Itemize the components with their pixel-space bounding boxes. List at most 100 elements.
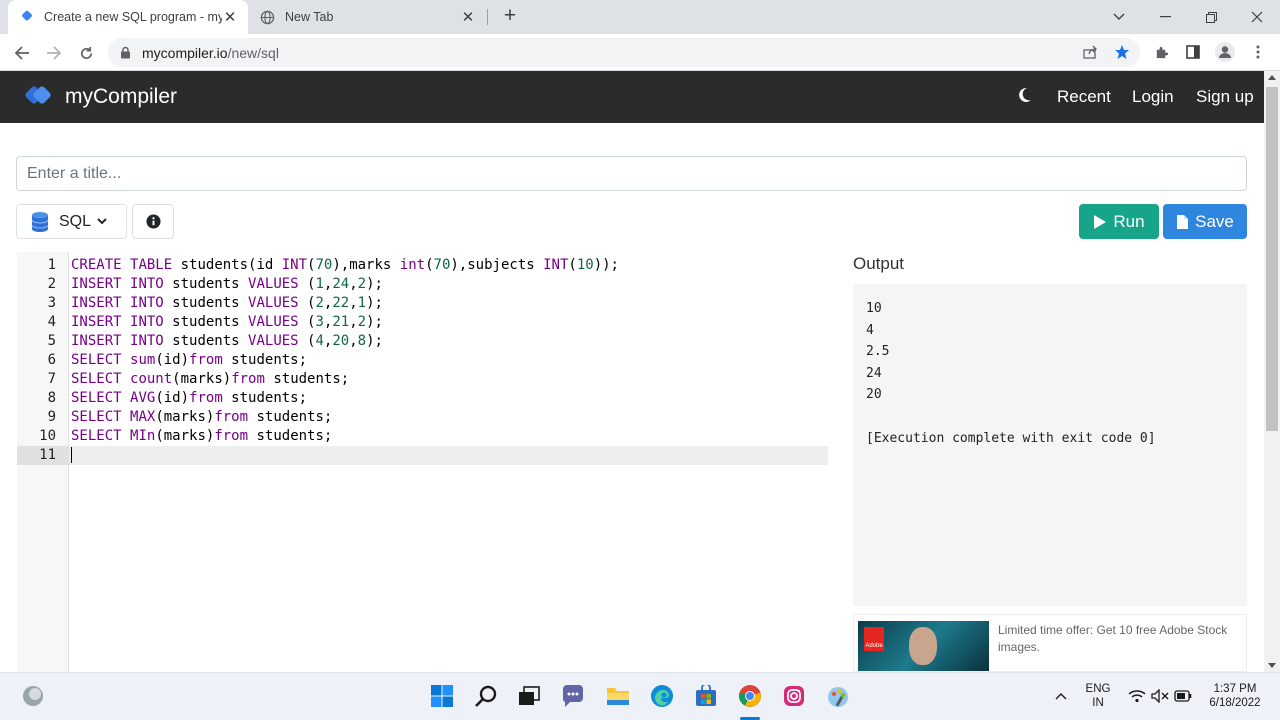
back-arrow-icon[interactable] [9, 40, 35, 66]
save-label: Save [1195, 211, 1234, 231]
search-icon[interactable] [473, 683, 499, 709]
output-line: 10 [866, 301, 882, 316]
instagram-icon[interactable] [781, 683, 807, 709]
code-line[interactable]: 1 CREATE TABLE students(id INT(70),marks … [17, 256, 828, 275]
lock-icon[interactable] [120, 46, 131, 59]
windows-start-icon[interactable] [429, 683, 455, 709]
teams-chat-icon[interactable] [560, 683, 586, 709]
reload-icon[interactable] [73, 40, 99, 66]
file-explorer-icon[interactable] [605, 683, 631, 709]
close-tab-icon[interactable]: ✕ [222, 8, 238, 26]
brand-logo-link[interactable]: myCompiler [24, 83, 177, 111]
code-text[interactable]: INSERT INTO students VALUES (3,21,2); [71, 313, 383, 332]
browser-menu-icon[interactable] [1246, 39, 1270, 65]
ad-banner[interactable]: Adobe Limited time offer: Get 10 free Ad… [853, 614, 1247, 672]
url-path: /new/sql [227, 44, 279, 61]
ad-logo-text: Adobe [865, 643, 883, 649]
address-bar[interactable]: mycompiler.io/new/sql [108, 38, 1140, 67]
code-text[interactable]: SELECT MIn(marks)from students; [71, 427, 332, 446]
dark-mode-moon-icon[interactable] [1015, 86, 1033, 109]
chevron-down-icon [97, 216, 107, 228]
output-line: 4 [866, 322, 874, 338]
scrollbar-thumb[interactable] [1266, 87, 1278, 431]
taskbar: ENG IN 1:37 PM 6/18/2022 [0, 672, 1280, 720]
code-text[interactable] [71, 446, 72, 465]
language-select[interactable]: SQL [16, 204, 127, 239]
browser-tab-new-tab[interactable]: New Tab ✕ [250, 0, 486, 34]
page-scrollbar[interactable] [1264, 71, 1280, 672]
info-button[interactable] [132, 204, 174, 239]
tab-title: Create a new SQL program - myC [44, 10, 222, 24]
microsoft-store-icon[interactable] [693, 683, 719, 709]
task-view-icon[interactable] [516, 683, 542, 709]
ad-image[interactable]: Adobe [858, 621, 989, 671]
tab-title: New Tab [285, 10, 334, 24]
code-line[interactable]: 2 INSERT INTO students VALUES (1,24,2); [17, 275, 828, 294]
tray-chevron-up-icon[interactable] [1048, 683, 1074, 709]
mycompiler-favicon-icon [22, 10, 32, 21]
code-line[interactable]: 11 [17, 446, 828, 465]
scroll-down-icon[interactable] [1268, 663, 1276, 668]
code-text[interactable]: INSERT INTO students VALUES (1,24,2); [71, 275, 383, 294]
url-text: mycompiler.io/new/sql [142, 45, 279, 61]
browser-toolbar: mycompiler.io/new/sql [0, 34, 1280, 71]
extensions-puzzle-icon[interactable] [1149, 39, 1173, 65]
input-language-indicator[interactable]: ENG IN [1080, 683, 1116, 709]
line-number: 8 [47, 390, 56, 406]
paint-app-icon[interactable] [825, 683, 851, 709]
code-text[interactable]: SELECT AVG(id)from students; [71, 389, 307, 408]
code-text[interactable]: SELECT MAX(marks)from students; [71, 408, 332, 427]
program-title-input[interactable] [16, 156, 1247, 191]
code-line[interactable]: 6 SELECT sum(id)from students; [17, 351, 828, 370]
close-tab-icon[interactable]: ✕ [460, 8, 476, 26]
side-panel-icon[interactable] [1181, 39, 1205, 65]
adobe-logo-icon: Adobe [864, 627, 884, 651]
clock[interactable]: 1:37 PM 6/18/2022 [1196, 683, 1274, 709]
close-window-button[interactable] [1234, 0, 1280, 34]
profile-avatar-icon[interactable] [1213, 39, 1237, 65]
code-line[interactable]: 7 SELECT count(marks)from students; [17, 370, 828, 389]
forward-arrow-icon[interactable] [41, 40, 67, 66]
restore-button[interactable] [1188, 0, 1234, 34]
code-line[interactable]: 4 INSERT INTO students VALUES (3,21,2); [17, 313, 828, 332]
minimize-button[interactable] [1142, 0, 1188, 34]
code-line[interactable]: 9 SELECT MAX(marks)from students; [17, 408, 828, 427]
clock-time: 1:37 PM [1213, 683, 1257, 695]
code-editor[interactable]: 1 CREATE TABLE students(id INT(70),marks … [17, 252, 828, 672]
code-line[interactable]: 8 SELECT AVG(id)from students; [17, 389, 828, 408]
save-button[interactable]: Save [1163, 204, 1247, 239]
line-number: 7 [47, 371, 56, 387]
edge-browser-icon[interactable] [649, 683, 675, 709]
run-button[interactable]: Run [1079, 204, 1159, 239]
battery-icon[interactable] [1170, 683, 1196, 709]
tab-search-icon[interactable] [1096, 0, 1142, 34]
code-line[interactable]: 10 SELECT MIn(marks)from students; [17, 427, 828, 446]
mycompiler-logo-icon [25, 86, 51, 104]
url-host: mycompiler.io [142, 44, 228, 61]
nav-signup-link[interactable]: Sign up [1196, 87, 1254, 107]
bookmark-star-icon[interactable] [1110, 39, 1134, 65]
line-number: 5 [47, 333, 56, 349]
code-text[interactable]: SELECT count(marks)from students; [71, 370, 349, 389]
line-number: 9 [47, 409, 56, 425]
output-line: 24 [866, 365, 882, 381]
nav-login-link[interactable]: Login [1132, 87, 1174, 107]
nav-recent-link[interactable]: Recent [1057, 87, 1111, 107]
database-icon [31, 211, 49, 232]
scroll-up-icon[interactable] [1268, 75, 1276, 80]
browser-tab-active[interactable]: Create a new SQL program - myC ✕ [8, 0, 248, 34]
new-tab-button[interactable]: + [498, 5, 522, 29]
code-line[interactable]: 5 INSERT INTO students VALUES (4,20,8); [17, 332, 828, 351]
chrome-icon[interactable] [737, 683, 763, 709]
ad-text[interactable]: Limited time offer: Get 10 free Adobe St… [998, 622, 1242, 656]
weather-icon[interactable] [20, 683, 46, 709]
share-icon[interactable] [1078, 39, 1102, 65]
globe-icon [260, 10, 275, 24]
line-number: 10 [39, 428, 56, 444]
code-text[interactable]: SELECT sum(id)from students; [71, 351, 307, 370]
code-text[interactable]: INSERT INTO students VALUES (4,20,8); [71, 332, 383, 351]
code-text[interactable]: CREATE TABLE students(id INT(70),marks i… [71, 256, 619, 275]
code-text[interactable]: INSERT INTO students VALUES (2,22,1); [71, 294, 383, 313]
code-line[interactable]: 3 INSERT INTO students VALUES (2,22,1); [17, 294, 828, 313]
